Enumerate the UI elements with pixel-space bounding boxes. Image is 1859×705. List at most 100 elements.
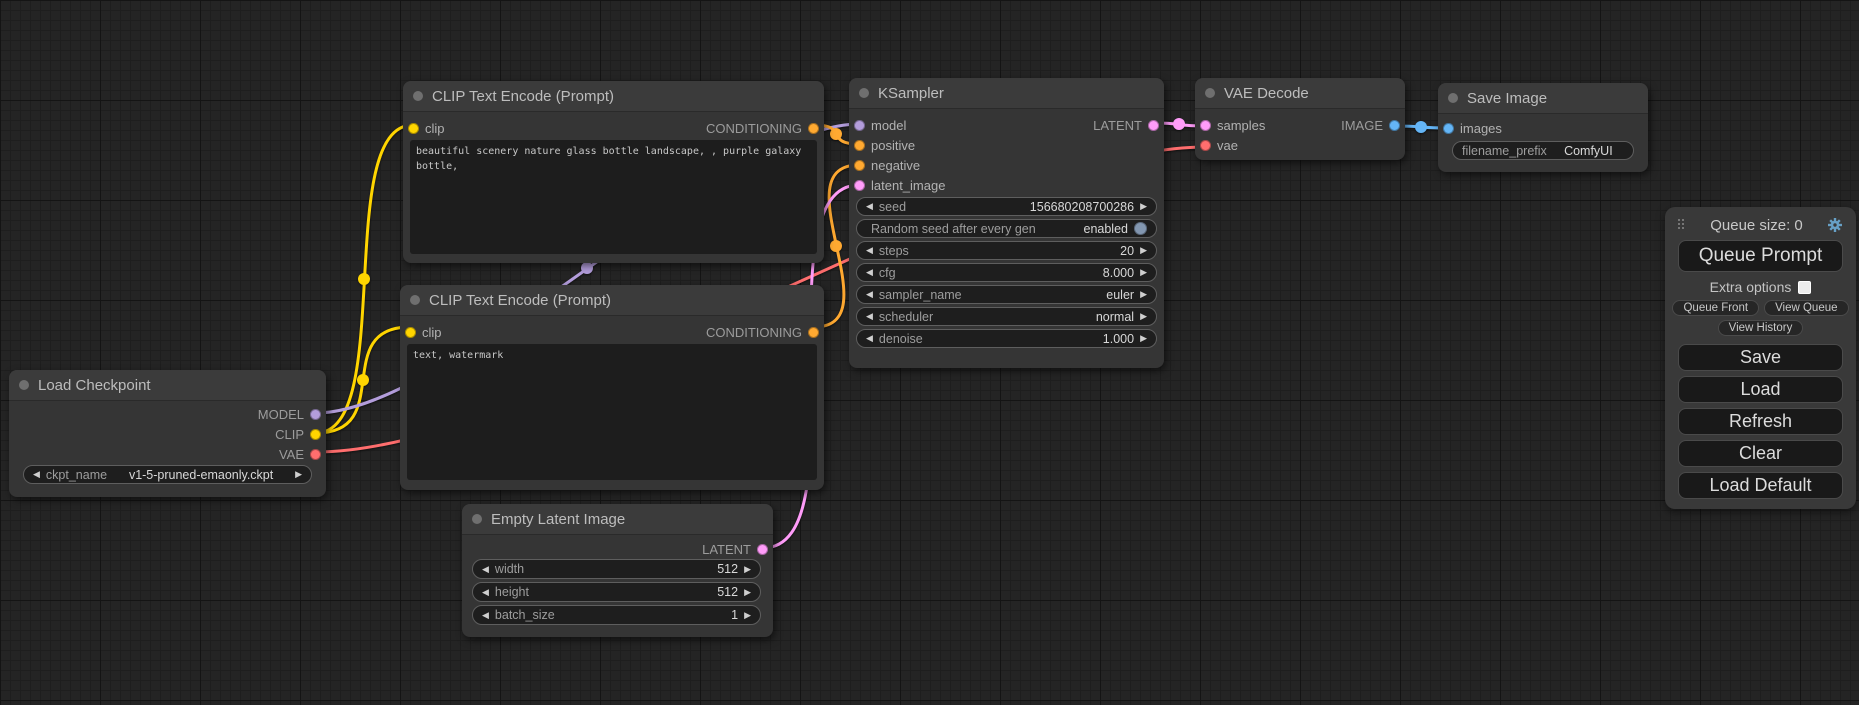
increment-arrow-icon[interactable]: ▶ [1140, 334, 1147, 343]
node-vae-decode[interactable]: VAE Decode samples IMAGE vae [1195, 78, 1405, 160]
samples-input-label: samples [1217, 118, 1265, 133]
load-button[interactable]: Load [1678, 376, 1843, 403]
increment-arrow-icon[interactable]: ▶ [295, 470, 302, 479]
node-header[interactable]: Save Image [1438, 83, 1648, 114]
negative-input-port[interactable] [854, 160, 865, 171]
decrement-arrow-icon[interactable]: ◀ [866, 290, 873, 299]
increment-arrow-icon[interactable]: ▶ [1140, 312, 1147, 321]
latent-output-label: LATENT [702, 542, 751, 557]
queue-front-button[interactable]: Queue Front [1672, 300, 1759, 316]
decrement-arrow-icon[interactable]: ◀ [866, 334, 873, 343]
height-widget[interactable]: ◀ height 512 ▶ [472, 582, 761, 602]
node-load-checkpoint[interactable]: Load Checkpoint MODEL CLIP VAE ◀ ckpt_na… [9, 370, 326, 497]
cfg-widget[interactable]: ◀ cfg 8.000 ▶ [856, 263, 1157, 282]
latent-output-port[interactable] [1148, 120, 1159, 131]
conditioning-output-port[interactable] [808, 327, 819, 338]
save-button[interactable]: Save [1678, 344, 1843, 371]
node-ksampler[interactable]: KSampler model LATENT positive negative … [849, 78, 1164, 368]
collapse-dot-icon[interactable] [19, 380, 29, 390]
queue-panel[interactable]: Queue size: 0 Queue Prompt Extra options… [1665, 207, 1856, 509]
widget-value: 20 [1120, 244, 1134, 258]
view-history-button[interactable]: View History [1718, 320, 1804, 336]
widget-label: width [495, 562, 524, 576]
positive-input-label: positive [871, 138, 915, 153]
random-seed-widget[interactable]: Random seed after every gen enabled [856, 219, 1157, 238]
settings-gear-icon[interactable] [1827, 217, 1843, 233]
negative-prompt-textarea[interactable]: text, watermark [407, 344, 817, 480]
node-header[interactable]: CLIP Text Encode (Prompt) [400, 285, 824, 316]
increment-arrow-icon[interactable]: ▶ [1140, 268, 1147, 277]
collapse-dot-icon[interactable] [410, 295, 420, 305]
view-queue-button[interactable]: View Queue [1764, 300, 1848, 316]
collapse-dot-icon[interactable] [859, 88, 869, 98]
increment-arrow-icon[interactable]: ▶ [744, 611, 751, 620]
node-header[interactable]: Load Checkpoint [9, 370, 326, 401]
vae-input-port[interactable] [1200, 140, 1211, 151]
sampler-name-widget[interactable]: ◀ sampler_name euler ▶ [856, 285, 1157, 304]
collapse-dot-icon[interactable] [1448, 93, 1458, 103]
node-graph-canvas[interactable]: Load Checkpoint MODEL CLIP VAE ◀ ckpt_na… [0, 0, 1859, 705]
decrement-arrow-icon[interactable]: ◀ [866, 202, 873, 211]
samples-input-port[interactable] [1200, 120, 1211, 131]
increment-arrow-icon[interactable]: ▶ [1140, 202, 1147, 211]
node-save-image[interactable]: Save Image images filename_prefix ComfyU… [1438, 83, 1648, 172]
node-header[interactable]: VAE Decode [1195, 78, 1405, 109]
queue-size-label: Queue size: 0 [1686, 217, 1827, 234]
steps-widget[interactable]: ◀ steps 20 ▶ [856, 241, 1157, 260]
decrement-arrow-icon[interactable]: ◀ [482, 565, 489, 574]
node-title: Load Checkpoint [38, 377, 151, 394]
images-input-port[interactable] [1443, 123, 1454, 134]
denoise-widget[interactable]: ◀ denoise 1.000 ▶ [856, 329, 1157, 348]
load-default-button[interactable]: Load Default [1678, 472, 1843, 499]
increment-arrow-icon[interactable]: ▶ [1140, 246, 1147, 255]
latent-image-input-port[interactable] [854, 180, 865, 191]
model-input-port[interactable] [854, 120, 865, 131]
increment-arrow-icon[interactable]: ▶ [744, 588, 751, 597]
positive-input-port[interactable] [854, 140, 865, 151]
decrement-arrow-icon[interactable]: ◀ [482, 588, 489, 597]
increment-arrow-icon[interactable]: ▶ [1140, 290, 1147, 299]
clip-output-port[interactable] [310, 429, 321, 440]
increment-arrow-icon[interactable]: ▶ [744, 565, 751, 574]
random-seed-toggle[interactable] [1134, 222, 1147, 235]
node-header[interactable]: Empty Latent Image [462, 504, 773, 535]
positive-prompt-textarea[interactable]: beautiful scenery nature glass bottle la… [410, 140, 817, 254]
queue-prompt-button[interactable]: Queue Prompt [1678, 240, 1843, 272]
extra-options-checkbox[interactable] [1798, 281, 1811, 294]
drag-handle-icon[interactable] [1678, 219, 1686, 231]
decrement-arrow-icon[interactable]: ◀ [866, 312, 873, 321]
node-header[interactable]: CLIP Text Encode (Prompt) [403, 81, 824, 112]
node-clip-text-encode-positive[interactable]: CLIP Text Encode (Prompt) clip CONDITION… [403, 81, 824, 263]
clear-button[interactable]: Clear [1678, 440, 1843, 467]
collapse-dot-icon[interactable] [472, 514, 482, 524]
link-midpoint-dot [581, 262, 593, 274]
widget-value: 156680208700286 [1030, 200, 1134, 214]
widget-label: filename_prefix [1462, 144, 1547, 158]
clip-input-label: clip [425, 121, 445, 136]
seed-widget[interactable]: ◀ seed 156680208700286 ▶ [856, 197, 1157, 216]
decrement-arrow-icon[interactable]: ◀ [866, 246, 873, 255]
widget-value: v1-5-pruned-emaonly.ckpt [129, 468, 273, 482]
clip-input-port[interactable] [405, 327, 416, 338]
ckpt-name-widget[interactable]: ◀ ckpt_name v1-5-pruned-emaonly.ckpt ▶ [23, 465, 312, 484]
batch-size-widget[interactable]: ◀ batch_size 1 ▶ [472, 605, 761, 625]
model-output-port[interactable] [310, 409, 321, 420]
decrement-arrow-icon[interactable]: ◀ [482, 611, 489, 620]
filename-prefix-widget[interactable]: filename_prefix ComfyUI [1452, 141, 1634, 160]
collapse-dot-icon[interactable] [1205, 88, 1215, 98]
decrement-arrow-icon[interactable]: ◀ [866, 268, 873, 277]
node-clip-text-encode-negative[interactable]: CLIP Text Encode (Prompt) clip CONDITION… [400, 285, 824, 490]
node-header[interactable]: KSampler [849, 78, 1164, 109]
collapse-dot-icon[interactable] [413, 91, 423, 101]
link-midpoint-dot [830, 128, 842, 140]
scheduler-widget[interactable]: ◀ scheduler normal ▶ [856, 307, 1157, 326]
conditioning-output-port[interactable] [808, 123, 819, 134]
image-output-port[interactable] [1389, 120, 1400, 131]
decrement-arrow-icon[interactable]: ◀ [33, 470, 40, 479]
clip-input-port[interactable] [408, 123, 419, 134]
node-empty-latent-image[interactable]: Empty Latent Image LATENT ◀ width 512 ▶ … [462, 504, 773, 637]
width-widget[interactable]: ◀ width 512 ▶ [472, 559, 761, 579]
refresh-button[interactable]: Refresh [1678, 408, 1843, 435]
vae-output-port[interactable] [310, 449, 321, 460]
latent-output-port[interactable] [757, 544, 768, 555]
